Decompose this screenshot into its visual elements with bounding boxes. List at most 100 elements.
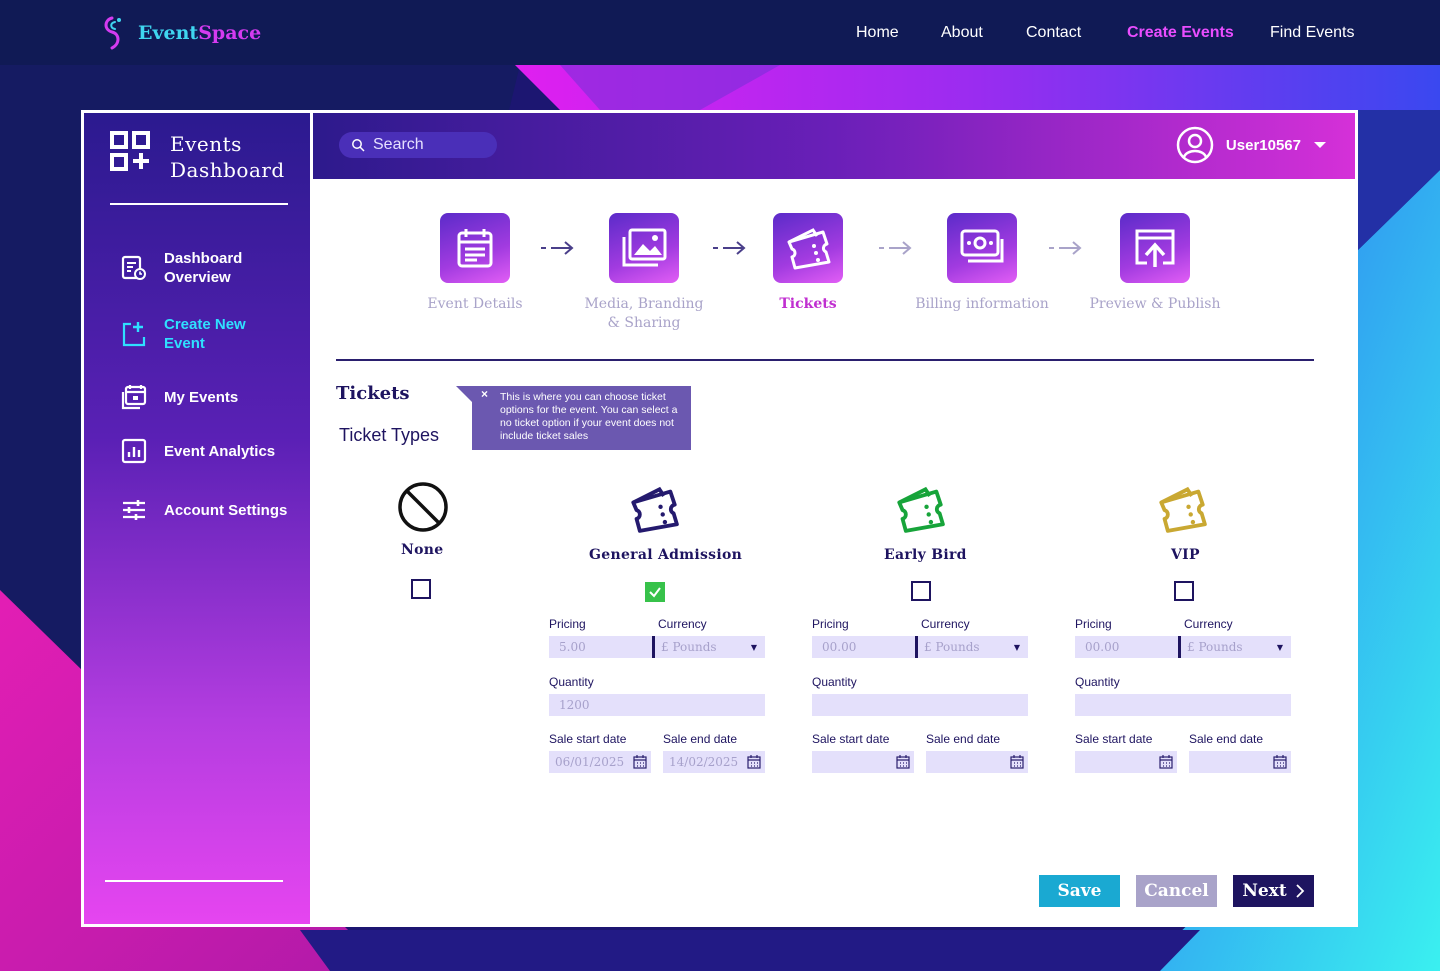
step-icon <box>1120 213 1190 283</box>
sale-end-label: Sale end date <box>663 732 738 746</box>
currency-label: Currency <box>1184 617 1233 631</box>
search-icon <box>352 139 365 152</box>
create-event-icon <box>122 322 146 347</box>
sale-start-label: Sale start date <box>549 732 627 746</box>
sale-end-date-input[interactable] <box>926 751 1028 773</box>
step-event-details[interactable]: Event Details <box>427 213 523 314</box>
user-menu[interactable]: User10567 <box>1176 126 1327 164</box>
cancel-button[interactable]: Cancel <box>1136 875 1217 907</box>
arrow-right-icon <box>713 241 746 255</box>
quantity-label: Quantity <box>549 675 594 689</box>
ticket-icon <box>631 486 679 533</box>
calendar-picker-icon[interactable] <box>1159 755 1173 769</box>
ticket-name: Early Bird <box>884 547 967 563</box>
sidebar-header: Events Dashboard <box>110 131 285 183</box>
tooltip-text: This is where you can choose ticket opti… <box>500 391 678 442</box>
step-label: Preview & Publish <box>1089 296 1221 312</box>
sale-end-label: Sale end date <box>926 732 1001 746</box>
quantity-input[interactable] <box>812 694 1028 716</box>
ticket-name: None <box>401 542 444 558</box>
sidebar-item-label: Dashboard Overview <box>164 250 243 286</box>
search-input[interactable] <box>373 136 493 154</box>
nav-find-events[interactable]: Find Events <box>1270 24 1354 42</box>
no-entry-icon <box>398 482 448 532</box>
pricing-input[interactable]: 00.00 <box>812 636 915 658</box>
currency-select[interactable]: £ Pounds ▼ <box>1178 636 1291 658</box>
step-label: Tickets <box>779 296 837 312</box>
sidebar-item-dashboard-overview[interactable]: Dashboard Overview <box>120 249 242 287</box>
pricing-input[interactable]: 00.00 <box>1075 636 1178 658</box>
username: User10567 <box>1225 136 1301 154</box>
currency-select[interactable]: £ Pounds ▼ <box>915 636 1028 658</box>
pricing-label: Pricing <box>1075 617 1112 631</box>
sidebar-item-event-analytics[interactable]: Event Analytics <box>120 437 275 465</box>
close-icon[interactable]: × <box>481 388 488 401</box>
pricing-label: Pricing <box>812 617 849 631</box>
analytics-icon <box>121 438 147 464</box>
dropdown-caret-icon: ▼ <box>750 642 757 652</box>
sidebar-item-label: My Events <box>164 388 239 406</box>
save-button[interactable]: Save <box>1039 875 1120 907</box>
sale-start-label: Sale start date <box>1075 732 1153 746</box>
step-icon <box>773 213 843 283</box>
calendar-picker-icon[interactable] <box>896 755 910 769</box>
sale-end-date-input[interactable]: 14/02/2025 <box>663 751 765 773</box>
ticket-name: General Admission <box>589 547 743 563</box>
cash-icon <box>960 229 1004 263</box>
sidebar-item-my-events[interactable]: My Events <box>120 383 238 411</box>
step-billing-information[interactable]: Billing information <box>915 213 1049 314</box>
calendar-form-icon <box>457 229 493 268</box>
sidebar-item-create-new-event[interactable]: Create New Event <box>120 315 246 353</box>
step-tickets[interactable]: Tickets <box>773 213 843 314</box>
quantity-input[interactable] <box>1075 694 1291 716</box>
step-preview-publish[interactable]: Preview & Publish <box>1090 213 1220 314</box>
arrow-right-icon <box>541 241 574 255</box>
nav-create-events[interactable]: Create Events <box>1127 24 1234 42</box>
sidebar-item-account-settings[interactable]: Account Settings <box>120 496 287 524</box>
vip-checkbox[interactable] <box>1174 581 1194 601</box>
calendar-picker-icon[interactable] <box>747 755 761 769</box>
calendar-icon <box>121 385 147 410</box>
sidebar-title: Events Dashboard <box>170 132 285 182</box>
quantity-input[interactable]: 1200 <box>549 694 765 716</box>
calendar-picker-icon[interactable] <box>633 755 647 769</box>
nav-home[interactable]: Home <box>856 24 899 42</box>
pricing-input[interactable]: 5.00 <box>549 636 652 658</box>
step-label: Media, Branding & Sharing <box>584 296 704 331</box>
step-media-branding-sharing[interactable]: Media, Branding & Sharing <box>584 213 704 333</box>
ticket-name: VIP <box>1171 547 1200 563</box>
sidebar-item-label: Event Analytics <box>164 442 276 460</box>
quantity-label: Quantity <box>812 675 857 689</box>
step-label: Billing information <box>915 296 1049 312</box>
ticket-none-checkbox[interactable] <box>411 579 431 599</box>
calendar-picker-icon[interactable] <box>1010 755 1024 769</box>
sidebar-divider <box>110 203 288 205</box>
content-header: User10567 <box>313 113 1355 179</box>
search-box[interactable] <box>339 132 497 158</box>
currency-select[interactable]: £ Pounds ▼ <box>652 636 765 658</box>
chevron-down-icon[interactable] <box>1313 140 1327 150</box>
next-button[interactable]: Next <box>1233 875 1314 907</box>
nav-about[interactable]: About <box>941 24 983 42</box>
brand-logo[interactable]: EventSpace <box>100 14 261 52</box>
sidebar-item-label: Create New Event <box>164 316 246 352</box>
pricing-label: Pricing <box>549 617 586 631</box>
early-bird-checkbox[interactable] <box>911 581 931 601</box>
step-icon <box>440 213 510 283</box>
logo-swirl-icon <box>104 16 121 50</box>
sale-start-date-input[interactable] <box>1075 751 1177 773</box>
dropdown-caret-icon: ▼ <box>1013 642 1020 652</box>
quantity-label: Quantity <box>1075 675 1120 689</box>
sale-end-date-input[interactable] <box>1189 751 1291 773</box>
sidebar-bottom-divider <box>105 880 283 882</box>
nav-contact[interactable]: Contact <box>1026 24 1081 42</box>
dashboard-overview-icon <box>121 255 146 280</box>
sale-start-date-input[interactable] <box>812 751 914 773</box>
general-admission-checkbox[interactable] <box>645 582 665 602</box>
sale-start-date-input[interactable]: 06/01/2025 <box>549 751 651 773</box>
help-tooltip: × This is where you can choose ticket op… <box>456 386 691 450</box>
sidebar: Events Dashboard Dashboard Overview Creat… <box>84 113 310 924</box>
section-divider <box>336 359 1314 361</box>
settings-sliders-icon <box>123 500 145 520</box>
calendar-picker-icon[interactable] <box>1273 755 1287 769</box>
